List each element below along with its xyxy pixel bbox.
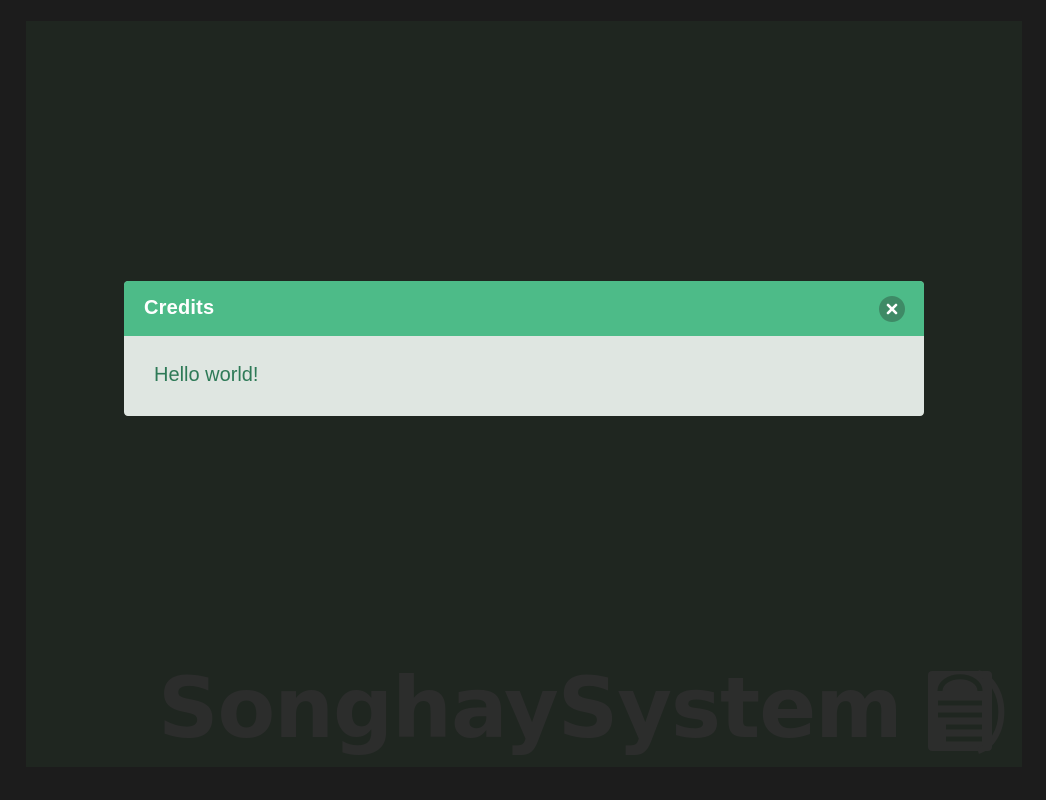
dialog-header: Credits <box>124 281 924 336</box>
dialog-message: Hello world! <box>154 364 259 386</box>
credits-dialog: Credits Hello world! <box>124 281 924 416</box>
watermark-text: SonghaySystem <box>158 659 903 757</box>
close-icon <box>886 303 898 314</box>
dialog-title: Credits <box>144 297 215 319</box>
songhay-logo-icon <box>928 670 1005 754</box>
dialog-body: Hello world! <box>124 336 924 416</box>
app-stage: SonghaySystem Credits Hello world! <box>26 21 1022 767</box>
close-button[interactable] <box>879 295 905 322</box>
